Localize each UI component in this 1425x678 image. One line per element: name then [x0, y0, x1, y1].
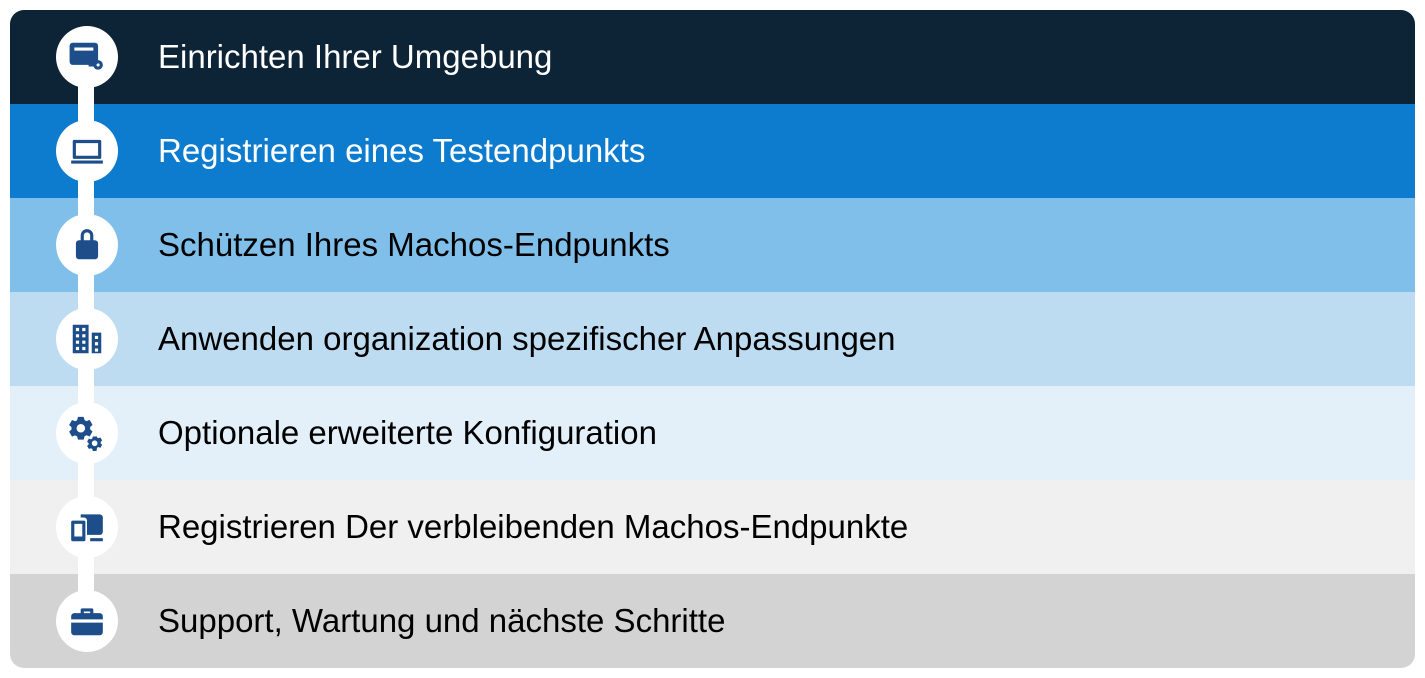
step-label: Registrieren eines Testendpunkts: [158, 132, 645, 170]
step-label: Registrieren Der verbleibenden Machos-En…: [158, 508, 908, 546]
devices-icon: [56, 496, 118, 558]
step-item-6[interactable]: Registrieren Der verbleibenden Machos-En…: [10, 480, 1415, 574]
step-label: Support, Wartung und nächste Schritte: [158, 602, 725, 640]
step-item-3[interactable]: Schützen Ihres Machos-Endpunkts: [10, 198, 1415, 292]
step-item-2[interactable]: Registrieren eines Testendpunkts: [10, 104, 1415, 198]
laptop-icon: [56, 120, 118, 182]
building-icon: [56, 308, 118, 370]
step-label: Optionale erweiterte Konfiguration: [158, 414, 657, 452]
deployment-steps-list: Einrichten Ihrer Umgebung Registrieren e…: [10, 10, 1415, 668]
gears-icon: [56, 402, 118, 464]
step-item-1[interactable]: Einrichten Ihrer Umgebung: [10, 10, 1415, 104]
step-item-5[interactable]: Optionale erweiterte Konfiguration: [10, 386, 1415, 480]
briefcase-icon: [56, 590, 118, 652]
server-key-icon: [56, 26, 118, 88]
step-label: Anwenden organization spezifischer Anpas…: [158, 320, 896, 358]
step-label: Schützen Ihres Machos-Endpunkts: [158, 226, 670, 264]
step-item-4[interactable]: Anwenden organization spezifischer Anpas…: [10, 292, 1415, 386]
lock-icon: [56, 214, 118, 276]
step-item-7[interactable]: Support, Wartung und nächste Schritte: [10, 574, 1415, 668]
step-label: Einrichten Ihrer Umgebung: [158, 38, 552, 76]
